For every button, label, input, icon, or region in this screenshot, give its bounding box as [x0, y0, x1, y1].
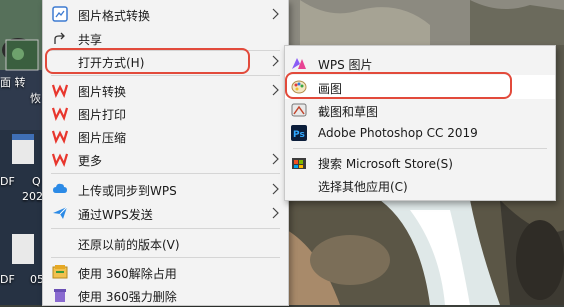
submenu-item-label: 搜索 Microsoft Store(S) [318, 157, 453, 171]
menu-item-share[interactable]: 共享 [43, 26, 288, 50]
desktop-icon-label: 202 [22, 190, 43, 203]
desktop-file-icon[interactable] [6, 132, 46, 172]
menu-item-360-force-delete[interactable]: 使用 360强力删除 [43, 283, 288, 307]
menu-item-label: 通过WPS发送 [78, 208, 153, 222]
menu-item-image-compress[interactable]: 图片压缩 [43, 124, 288, 148]
cloud-icon [52, 181, 68, 197]
chevron-right-icon [270, 54, 280, 68]
chevron-right-icon [270, 7, 280, 21]
submenu-item-label: 截图和草图 [318, 105, 379, 119]
wps-icon [51, 82, 69, 98]
chevron-right-icon [270, 83, 280, 97]
open-with-submenu: WPS 图片 画图 截图和草图 Ps Adobe Photoshop CC 20… [284, 45, 556, 201]
wps-icon [51, 128, 69, 144]
desktop-icon-label: 恢 [30, 92, 41, 105]
menu-item-send-via-wps[interactable]: 通过WPS发送 [43, 201, 288, 225]
360-unlock-icon [52, 264, 68, 280]
image-convert-icon [52, 6, 68, 22]
svg-text:Ps: Ps [293, 130, 305, 140]
desktop-icon[interactable] [2, 38, 42, 78]
submenu-item-ms-store[interactable]: 搜索 Microsoft Store(S) [285, 150, 555, 174]
menu-item-image-convert[interactable]: 图片转换 [43, 78, 288, 102]
share-icon [52, 30, 68, 46]
menu-item-label: 使用 360强力删除 [78, 290, 177, 304]
context-menu: 图片格式转换 共享 打开方式(H) 图片转换 图片打印 图片压缩 更多 上传或同… [42, 0, 289, 306]
menu-divider [293, 148, 547, 149]
menu-item-image-print[interactable]: 图片打印 [43, 101, 288, 125]
menu-divider [51, 228, 280, 229]
menu-item-upload-sync-wps[interactable]: 上传或同步到WPS [43, 177, 288, 201]
menu-divider [51, 257, 280, 258]
chevron-right-icon [270, 182, 280, 196]
highlight-callout-open-with [45, 48, 250, 74]
menu-item-label: 还原以前的版本(V) [78, 238, 180, 252]
menu-item-label: 图片格式转换 [78, 9, 151, 23]
wps-icon [51, 151, 69, 167]
submenu-item-label: Adobe Photoshop CC 2019 [318, 126, 478, 140]
menu-divider [51, 75, 280, 76]
wps-image-icon [291, 55, 307, 71]
menu-item-label: 共享 [78, 33, 103, 47]
store-icon [291, 154, 307, 170]
desktop-icon-label: 面 转 [0, 76, 26, 89]
menu-item-label: 图片压缩 [78, 131, 127, 145]
snip-sketch-icon [291, 102, 307, 118]
submenu-item-label: WPS 图片 [318, 58, 373, 72]
menu-item-label: 更多 [78, 154, 103, 168]
menu-divider [51, 173, 280, 174]
desktop-icon-label: DF [0, 273, 15, 286]
submenu-item-photoshop[interactable]: Ps Adobe Photoshop CC 2019 [285, 121, 555, 145]
submenu-item-label: 选择其他应用(C) [318, 180, 408, 194]
360-delete-icon [52, 287, 68, 303]
submenu-item-snip-sketch[interactable]: 截图和草图 [285, 98, 555, 122]
menu-item-label: 图片打印 [78, 108, 127, 122]
desktop-icon-label: Q [32, 175, 41, 188]
menu-item-label: 图片转换 [78, 85, 127, 99]
menu-item-label: 使用 360解除占用 [78, 267, 177, 281]
menu-item-restore-previous-version[interactable]: 还原以前的版本(V) [43, 231, 288, 255]
photoshop-icon: Ps [291, 125, 307, 141]
desktop-icon-label: DF [0, 175, 15, 188]
menu-item-360-unlock[interactable]: 使用 360解除占用 [43, 260, 288, 284]
chevron-right-icon [270, 152, 280, 166]
chevron-right-icon [270, 206, 280, 220]
desktop-file-icon[interactable] [6, 232, 46, 272]
highlight-callout-paint [285, 72, 512, 99]
menu-item-image-format-convert[interactable]: 图片格式转换 [43, 2, 288, 26]
submenu-item-choose-other-app[interactable]: 选择其他应用(C) [285, 173, 555, 197]
menu-item-more[interactable]: 更多 [43, 147, 288, 171]
send-icon [52, 205, 68, 221]
menu-item-label: 上传或同步到WPS [78, 184, 177, 198]
wps-icon [51, 105, 69, 121]
